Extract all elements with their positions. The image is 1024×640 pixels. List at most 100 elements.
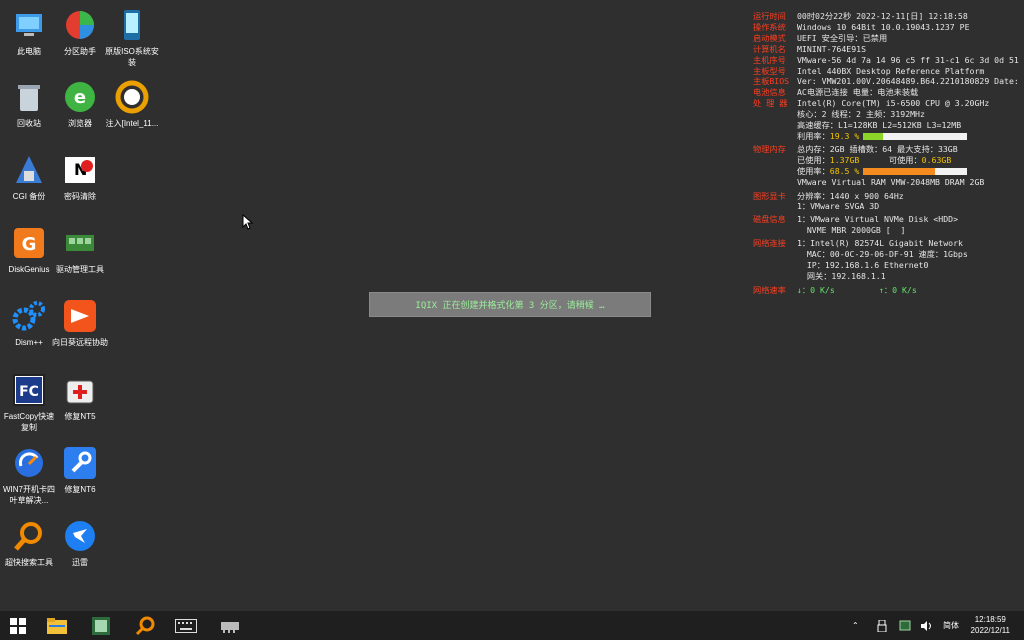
mem-value: 总内存：2GB 插槽数：64 最大支持：33GB bbox=[797, 143, 958, 154]
disk-key: 磁盘信息 bbox=[753, 214, 786, 225]
desktop-icon-this-pc[interactable]: 此电脑 bbox=[0, 8, 58, 57]
cgi-backup-icon bbox=[12, 153, 46, 187]
tray-usb-icon[interactable] bbox=[877, 611, 887, 640]
desktop-icon-diskgenius[interactable]: G DiskGenius bbox=[0, 226, 58, 275]
mem-usage-value: 68.5 % bbox=[829, 165, 860, 176]
desktop-icon-driver-manager[interactable]: 驱动管理工具 bbox=[51, 226, 109, 275]
start-icon bbox=[10, 617, 26, 634]
desktop-icon-cgi-backup[interactable]: CGI 备份 bbox=[0, 153, 58, 202]
repair-nt5-icon bbox=[63, 373, 97, 407]
browser-icon: e bbox=[63, 80, 97, 114]
disk-value: 1：VMware Virtual NVMe Disk <HDD> bbox=[797, 214, 958, 225]
speed-key: 网络速率 bbox=[753, 284, 786, 295]
desktop-icon-password-clear[interactable]: N 密码清除 bbox=[51, 153, 109, 202]
board-value: Intel 440BX Desktop Reference Platform bbox=[797, 65, 985, 76]
net-mac: MAC：00-0C-29-06-DF-91 速度：1Gbps bbox=[797, 249, 968, 260]
taskbar-file-explorer[interactable] bbox=[42, 614, 72, 637]
desktop-icon-iso-install[interactable]: 原版ISO系统安装 bbox=[103, 8, 161, 68]
repair-nt6-wrench-icon bbox=[63, 446, 97, 480]
desktop-icon-browser[interactable]: e 浏览器 bbox=[51, 80, 109, 129]
desktop-icon-partition-assistant[interactable]: 分区助手 bbox=[51, 8, 109, 57]
sunlogin-icon bbox=[63, 299, 97, 333]
desktop-icon-dism[interactable]: Dism++ bbox=[0, 299, 58, 348]
cpu-usage-fill bbox=[863, 132, 884, 140]
cpu-usage-label: 利用率： bbox=[797, 130, 830, 141]
tray-volume-icon[interactable] bbox=[920, 611, 934, 640]
chip-icon bbox=[221, 621, 239, 633]
partition-assistant-icon bbox=[63, 8, 97, 42]
cpu-usage-row: 利用率：19.3 % bbox=[753, 131, 1024, 142]
mem-usage-fill bbox=[863, 167, 935, 175]
magnifier-icon bbox=[12, 519, 46, 553]
download-speed: ↓：0 K/s bbox=[797, 284, 835, 295]
runtime-value: 00时02分22秒 2022-12-11[日] 12:18:58 bbox=[797, 11, 968, 21]
search-tool-icon bbox=[135, 616, 155, 635]
desktop-icon-win7-boot-fix[interactable]: WIN7开机卡四叶草解决... bbox=[0, 446, 58, 506]
os-value: Windows 10 64Bit 10.0.19043.1237 PE bbox=[797, 21, 970, 32]
file-explorer-icon bbox=[47, 617, 67, 634]
boot-key: 启动模式 bbox=[753, 32, 786, 43]
driver-manager-icon bbox=[63, 226, 97, 260]
taskbar-search-tool[interactable] bbox=[130, 614, 160, 637]
keyboard-icon bbox=[175, 618, 197, 633]
mem-avail-label: 可使用： bbox=[859, 154, 922, 165]
mem-usage-label: 使用率： bbox=[797, 165, 830, 176]
fastcopy-icon: FC bbox=[12, 373, 46, 407]
desktop-icon-fastcopy[interactable]: FC FastCopy快速复制 bbox=[0, 373, 58, 433]
mem-avail-value: 0.63GB bbox=[921, 154, 952, 165]
mem-model: VMware Virtual RAM VMW-2048MB DRAM 2GB bbox=[797, 176, 985, 187]
gpu-name: 1：VMware SVGA 3D bbox=[797, 201, 880, 212]
desktop-icon-repair-nt6[interactable]: 修复NT6 bbox=[51, 446, 109, 495]
computer-icon bbox=[12, 8, 46, 42]
taskbar-keyboard[interactable] bbox=[171, 614, 201, 637]
svg-text:G: G bbox=[22, 234, 37, 255]
gpu-key: 图形显卡 bbox=[753, 190, 786, 201]
start-button[interactable] bbox=[3, 614, 33, 637]
svg-text:e: e bbox=[74, 87, 86, 108]
gpu-value: 分辨率：1440 x 900 64Hz bbox=[797, 190, 904, 201]
upload-speed: ↑：0 K/s bbox=[879, 284, 917, 295]
battery-value: AC电源已连接 电量：电池未装载 bbox=[797, 87, 919, 98]
net-ip: IP：192.168.1.6 Ethernet0 bbox=[797, 259, 929, 270]
boot-value: UEFI 安全引导：已禁用 bbox=[797, 32, 888, 43]
mem-used-label: 已使用： bbox=[797, 154, 830, 165]
pcname-value: MININT-764E91S bbox=[797, 43, 867, 54]
inject-driver-icon bbox=[115, 80, 149, 114]
thunder-icon bbox=[63, 519, 97, 553]
taskbar-clock[interactable]: 12:18:59 2022/12/11 bbox=[971, 614, 1010, 636]
desktop-icon-repair-nt5[interactable]: 修复NT5 bbox=[51, 373, 109, 422]
cpu-value: Intel(R) Core(TM) i5-6500 CPU @ 3.20GHz bbox=[797, 98, 990, 109]
mem-usage-bar bbox=[863, 167, 968, 175]
taskbar-app[interactable] bbox=[86, 614, 116, 637]
bios-value: Ver: VMW201.00V.20648489.B64.2210180829 … bbox=[797, 76, 1019, 87]
tray-chevron-up-icon[interactable]: ⌃ bbox=[852, 611, 859, 640]
mem-usage-row: 使用率：68.5 % bbox=[753, 166, 1024, 177]
cpu-usage-value: 19.3 % bbox=[829, 130, 860, 141]
password-clear-icon: N bbox=[63, 153, 97, 187]
mem-used-value: 1.37GB bbox=[829, 154, 860, 165]
desktop-icon-inject-intel[interactable]: 注入[Intel_11... bbox=[103, 80, 161, 129]
mouse-cursor-icon bbox=[242, 214, 254, 230]
diskgenius-icon: G bbox=[12, 226, 46, 260]
serial-value: VMware-56 4d 7a 14 96 c5 ff 31-c1 6c 3d … bbox=[797, 54, 1019, 65]
app-icon bbox=[92, 616, 110, 635]
mem-key: 物理内存 bbox=[753, 143, 786, 154]
progress-message: IQIX 正在创建并格式化第 3 分区，请稍候 … bbox=[369, 292, 651, 317]
taskbar: ⌃ 简体 12:18:59 2022/12/11 bbox=[0, 611, 1024, 640]
taskbar-chip[interactable] bbox=[215, 614, 245, 637]
disk-detail: NVME MBR 2000GB [ ] bbox=[797, 225, 906, 236]
desktop-icon-search-tool[interactable]: 超快搜索工具 bbox=[0, 519, 58, 568]
iso-install-icon bbox=[115, 8, 149, 42]
dism-gear-icon bbox=[12, 299, 46, 333]
desktop-icon-thunder[interactable]: 迅雷 bbox=[51, 519, 109, 568]
cpu-cache: 高速缓存：L1=128KB L2=512KB L3=12MB bbox=[797, 120, 962, 131]
clock-date: 2022/12/11 bbox=[970, 626, 1010, 635]
desktop-icon-recycle-bin[interactable]: 回收站 bbox=[0, 80, 58, 129]
recycle-bin-icon bbox=[12, 80, 46, 114]
win7-boot-fix-icon bbox=[12, 446, 46, 480]
svg-text:FC: FC bbox=[19, 384, 39, 400]
tray-language[interactable]: 简体 bbox=[943, 611, 959, 640]
desktop-icon-sunlogin[interactable]: 向日葵远程协助 bbox=[51, 299, 109, 348]
system-info-panel: 运行时间 00时02分22秒 2022-12-11[日] 12:18:58 操作系… bbox=[753, 11, 1024, 296]
tray-network-icon[interactable] bbox=[899, 611, 911, 640]
